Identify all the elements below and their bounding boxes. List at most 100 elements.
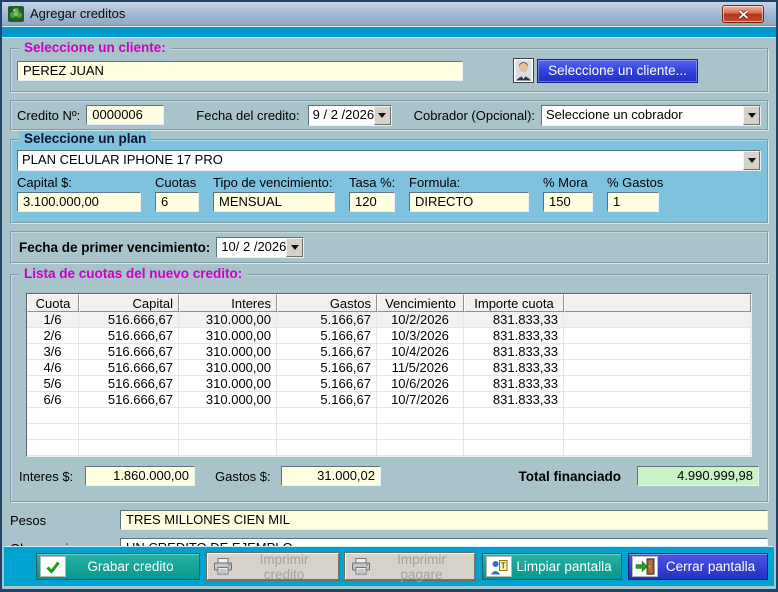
first-due-label: Fecha de primer vencimiento: (19, 240, 210, 255)
save-credit-button[interactable]: Grabar credito (36, 553, 200, 580)
empty-cell (464, 440, 564, 456)
print-promissory-button: Imprimir pagare (345, 553, 475, 580)
dropdown-arrow-icon[interactable] (743, 151, 760, 170)
first-due-section: Fecha de primer vencimiento: 10/ 2 /2026 (10, 231, 768, 263)
installment-cell: 5.166,67 (277, 328, 377, 344)
window-title: Agregar creditos (30, 6, 125, 21)
top-accent-strip (2, 26, 776, 38)
plan-field-mora: % Mora 150 (543, 175, 593, 212)
installment-row[interactable]: 3/6516.666,67310.000,005.166,6710/4/2026… (27, 344, 751, 360)
plan-combobox[interactable]: PLAN CELULAR IPHONE 17 PRO (17, 150, 761, 171)
plan-selected-value: PLAN CELULAR IPHONE 17 PRO (18, 151, 743, 170)
empty-cell (564, 408, 751, 424)
installment-cell-empty (564, 392, 751, 408)
pesos-label: Pesos (10, 513, 120, 528)
installment-cell-empty (564, 360, 751, 376)
collector-combobox[interactable]: Seleccione un cobrador (541, 105, 761, 126)
formula-value: DIRECTO (409, 192, 529, 212)
column-header[interactable]: Importe cuota (464, 294, 564, 312)
installment-cell: 831.833,33 (464, 392, 564, 408)
credit-number-field[interactable]: 0000006 (86, 105, 164, 125)
app-icon (8, 6, 24, 22)
empty-grid-row (27, 408, 751, 424)
column-header[interactable]: Gastos (277, 294, 377, 312)
installment-cell: 10/4/2026 (377, 344, 464, 360)
total-financed-label: Total financiado (518, 469, 621, 484)
column-header[interactable]: Cuota (27, 294, 79, 312)
printer-icon (349, 557, 373, 577)
empty-cell (377, 408, 464, 424)
credit-date-label: Fecha del credito: (196, 108, 299, 123)
footer-button-bar: Grabar credito Imprimir credito (4, 546, 774, 586)
column-header[interactable]: Interes (179, 294, 277, 312)
tasa-value: 120 (349, 192, 395, 212)
close-screen-button[interactable]: Cerrar pantalla (628, 553, 768, 580)
dropdown-arrow-icon[interactable] (743, 106, 760, 125)
installment-cell: 5/6 (27, 376, 79, 392)
installment-cell: 5.166,67 (277, 392, 377, 408)
clear-screen-icon: T (486, 556, 512, 577)
clear-screen-button[interactable]: T Limpiar pantalla (482, 553, 622, 580)
plan-field-tasa: Tasa %: 120 (349, 175, 395, 212)
installment-cell: 516.666,67 (79, 328, 179, 344)
select-client-button[interactable]: Seleccione un cliente... (537, 59, 698, 83)
installment-cell-empty (564, 344, 751, 360)
installment-cell-empty (564, 328, 751, 344)
client-photo-icon (513, 58, 534, 83)
installment-cell: 10/2/2026 (377, 312, 464, 328)
totals-row: Interes $: 1.860.000,00 Gastos $: 31.000… (19, 466, 759, 486)
interest-total-label: Interes $: (19, 469, 85, 484)
column-header[interactable]: Capital (79, 294, 179, 312)
installment-cell: 3/6 (27, 344, 79, 360)
plan-field-formula: Formula: DIRECTO (409, 175, 529, 212)
installment-cell: 516.666,67 (79, 360, 179, 376)
first-due-combobox[interactable]: 10/ 2 /2026 (216, 237, 304, 258)
installment-cell: 2/6 (27, 328, 79, 344)
client-name-field[interactable]: PEREZ JUAN (17, 61, 463, 81)
interest-total-field: 1.860.000,00 (85, 466, 195, 486)
column-header[interactable]: Vencimiento (377, 294, 464, 312)
plan-section-legend: Seleccione un plan (19, 131, 151, 147)
expenses-total-label: Gastos $: (215, 469, 281, 484)
client-section: Seleccione un cliente: PEREZ JUAN Selecc… (10, 48, 768, 92)
installment-cell: 831.833,33 (464, 344, 564, 360)
installment-cell: 6/6 (27, 392, 79, 408)
close-button[interactable] (722, 5, 764, 23)
title-bar[interactable]: Agregar creditos (2, 2, 776, 26)
installment-cell: 516.666,67 (79, 392, 179, 408)
credit-date-combobox[interactable]: 9 / 2 /2026 (308, 105, 392, 126)
credit-header-section: Credito Nº: 0000006 Fecha del credito: 9… (10, 100, 768, 130)
empty-cell (564, 440, 751, 456)
credit-number-label: Credito Nº: (17, 108, 80, 123)
installment-cell: 10/7/2026 (377, 392, 464, 408)
installment-cell: 11/5/2026 (377, 360, 464, 376)
installment-row[interactable]: 2/6516.666,67310.000,005.166,6710/3/2026… (27, 328, 751, 344)
empty-cell (464, 424, 564, 440)
empty-cell (377, 424, 464, 440)
empty-grid-row (27, 440, 751, 456)
installment-row[interactable]: 5/6516.666,67310.000,005.166,6710/6/2026… (27, 376, 751, 392)
installment-cell: 310.000,00 (179, 328, 277, 344)
installment-cell: 831.833,33 (464, 328, 564, 344)
tipo-vencimiento-label: Tipo de vencimiento: (213, 175, 335, 191)
plan-detail-fields: Capital $: 3.100.000,00 Cuotas 6 Tipo de… (17, 175, 761, 212)
empty-cell (564, 424, 751, 440)
dropdown-arrow-icon[interactable] (374, 106, 391, 125)
installment-cell: 310.000,00 (179, 312, 277, 328)
cuotas-value: 6 (155, 192, 199, 212)
empty-cell (79, 424, 179, 440)
tasa-label: Tasa %: (349, 175, 395, 191)
plan-section: Seleccione un plan PLAN CELULAR IPHONE 1… (10, 139, 768, 223)
grid-header-row: CuotaCapitalInteresGastosVencimientoImpo… (27, 294, 751, 312)
installment-cell-empty (564, 312, 751, 328)
installment-row[interactable]: 6/6516.666,67310.000,005.166,6710/7/2026… (27, 392, 751, 408)
installment-row[interactable]: 4/6516.666,67310.000,005.166,6711/5/2026… (27, 360, 751, 376)
dropdown-arrow-icon[interactable] (286, 238, 303, 257)
svg-text:T: T (500, 561, 505, 570)
installment-row[interactable]: 1/6516.666,67310.000,005.166,6710/2/2026… (27, 312, 751, 328)
exit-door-icon (632, 556, 658, 577)
plan-field-capital: Capital $: 3.100.000,00 (17, 175, 141, 212)
client-section-legend: Seleccione un cliente: (19, 40, 171, 56)
collector-value: Seleccione un cobrador (542, 106, 743, 125)
installment-cell: 310.000,00 (179, 376, 277, 392)
